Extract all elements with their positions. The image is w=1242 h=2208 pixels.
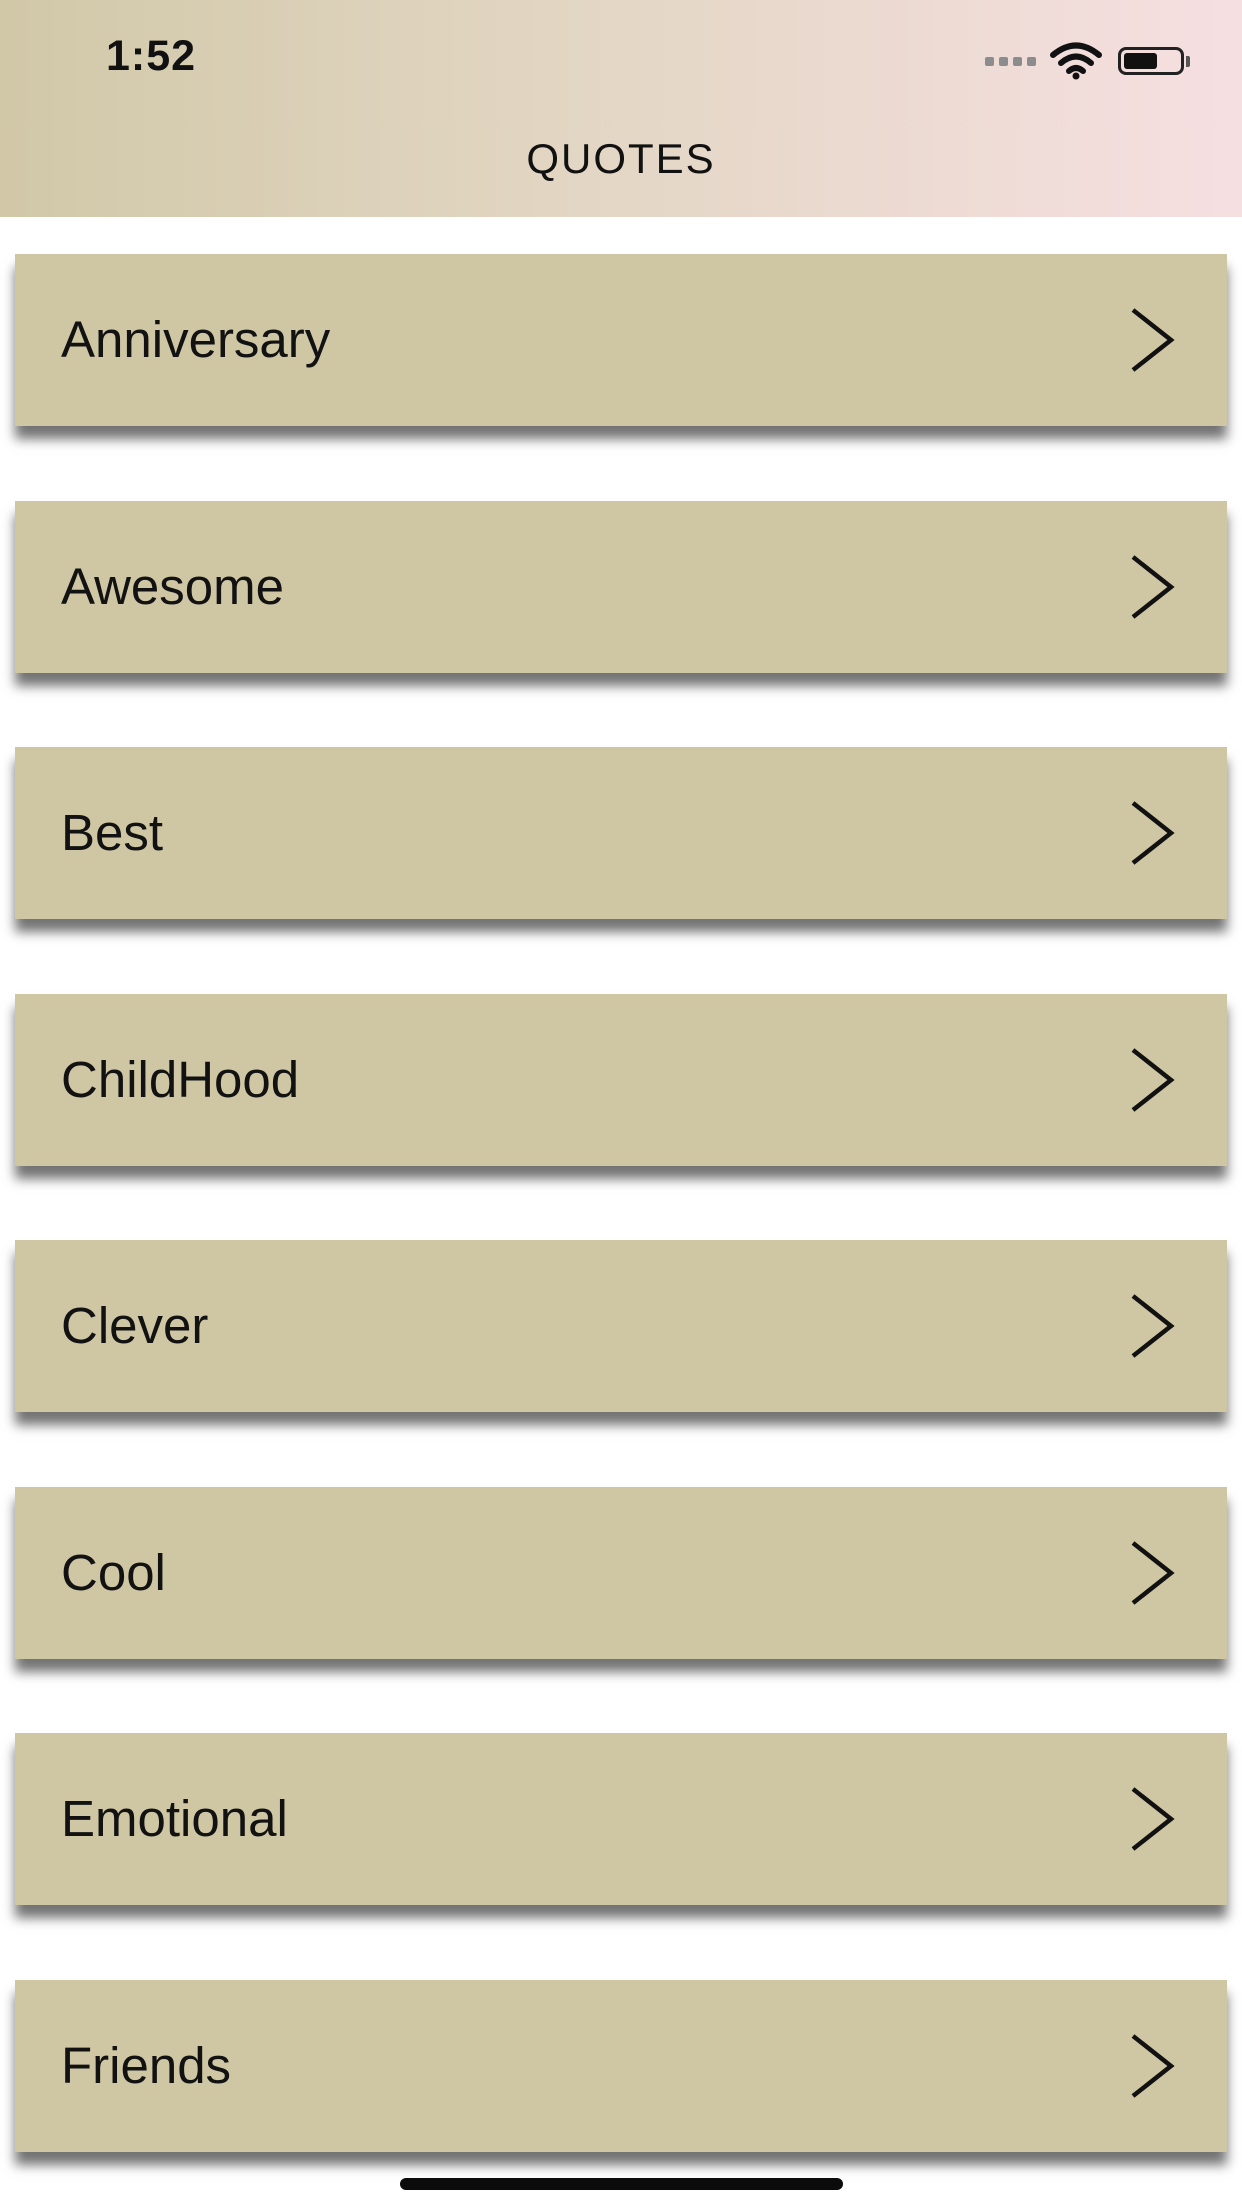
category-label: Clever bbox=[61, 1297, 209, 1354]
category-row-awesome[interactable]: Awesome bbox=[15, 501, 1227, 673]
category-label: ChildHood bbox=[61, 1051, 300, 1108]
category-label: Cool bbox=[61, 1544, 166, 1601]
chevron-right-icon bbox=[1131, 1787, 1175, 1851]
chevron-right-icon bbox=[1131, 308, 1175, 372]
category-label: Best bbox=[61, 804, 164, 861]
chevron-right-icon bbox=[1131, 1048, 1175, 1112]
chevron-right-icon bbox=[1131, 2034, 1175, 2098]
category-row-best[interactable]: Best bbox=[15, 747, 1227, 919]
category-list: Anniversary Awesome Best ChildHood Clever Coo… bbox=[0, 0, 1242, 2208]
category-row-childhood[interactable]: ChildHood bbox=[15, 994, 1227, 1166]
category-row-cool[interactable]: Cool bbox=[15, 1487, 1227, 1659]
category-label: Awesome bbox=[61, 558, 285, 615]
chevron-right-icon bbox=[1131, 1541, 1175, 1605]
category-label: Emotional bbox=[61, 1790, 288, 1847]
category-row-friends[interactable]: Friends bbox=[15, 1980, 1227, 2152]
category-label: Friends bbox=[61, 2037, 232, 2094]
category-label: Anniversary bbox=[61, 311, 331, 368]
chevron-right-icon bbox=[1131, 801, 1175, 865]
chevron-right-icon bbox=[1131, 555, 1175, 619]
home-indicator[interactable] bbox=[400, 2178, 843, 2190]
category-row-emotional[interactable]: Emotional bbox=[15, 1733, 1227, 1905]
category-row-anniversary[interactable]: Anniversary bbox=[15, 254, 1227, 426]
category-row-clever[interactable]: Clever bbox=[15, 1240, 1227, 1412]
chevron-right-icon bbox=[1131, 1294, 1175, 1358]
